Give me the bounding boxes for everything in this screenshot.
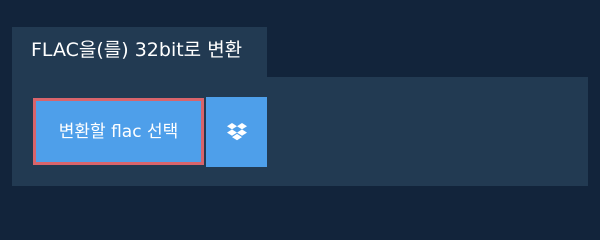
select-flac-button[interactable]: 변환할 flac 선택 bbox=[33, 98, 204, 165]
dropbox-button[interactable] bbox=[206, 97, 267, 167]
select-flac-label: 변환할 flac 선택 bbox=[58, 121, 179, 142]
dropbox-icon bbox=[226, 123, 247, 141]
converter-tab: FLAC을(를) 32bit로 변환 bbox=[12, 27, 267, 77]
tab-title: FLAC을(를) 32bit로 변환 bbox=[31, 39, 243, 61]
